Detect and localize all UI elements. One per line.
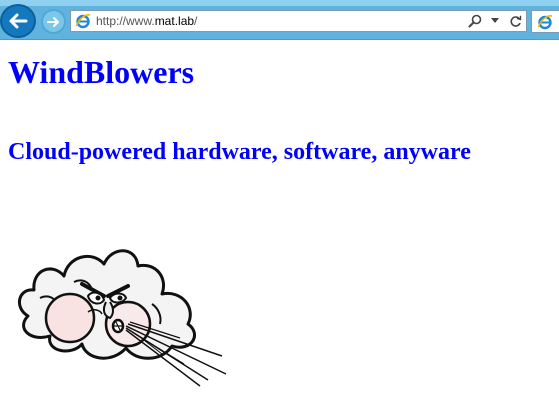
back-button[interactable] bbox=[0, 4, 36, 38]
search-icon bbox=[468, 14, 482, 28]
page-title: WindBlowers bbox=[8, 54, 195, 90]
url-suffix: / bbox=[194, 14, 198, 28]
address-bar[interactable]: http://www.mat.lab/ bbox=[70, 10, 527, 32]
internet-explorer-icon bbox=[75, 13, 91, 29]
url-host: mat.lab bbox=[154, 14, 195, 28]
page-tagline: Cloud-powered hardware, software, anywar… bbox=[8, 139, 471, 165]
browser-tab[interactable] bbox=[531, 10, 559, 33]
dropdown-button[interactable] bbox=[488, 13, 502, 29]
url-prefix: http://www. bbox=[96, 14, 155, 28]
refresh-button[interactable] bbox=[508, 13, 522, 29]
tab-page-icon bbox=[537, 14, 553, 29]
toolbar-highlight bbox=[0, 0, 559, 6]
forward-button[interactable] bbox=[41, 9, 66, 34]
address-bar-controls bbox=[468, 13, 522, 29]
back-arrow-icon bbox=[9, 13, 28, 29]
refresh-icon bbox=[509, 15, 521, 27]
chevron-down-icon bbox=[491, 18, 499, 23]
url-text[interactable]: http://www.mat.lab/ bbox=[96, 14, 197, 28]
browser-toolbar: http://www.mat.lab/ bbox=[0, 0, 559, 40]
blowing-cloud-illustration bbox=[18, 249, 227, 387]
forward-arrow-icon bbox=[46, 16, 59, 27]
search-button[interactable] bbox=[468, 13, 482, 29]
